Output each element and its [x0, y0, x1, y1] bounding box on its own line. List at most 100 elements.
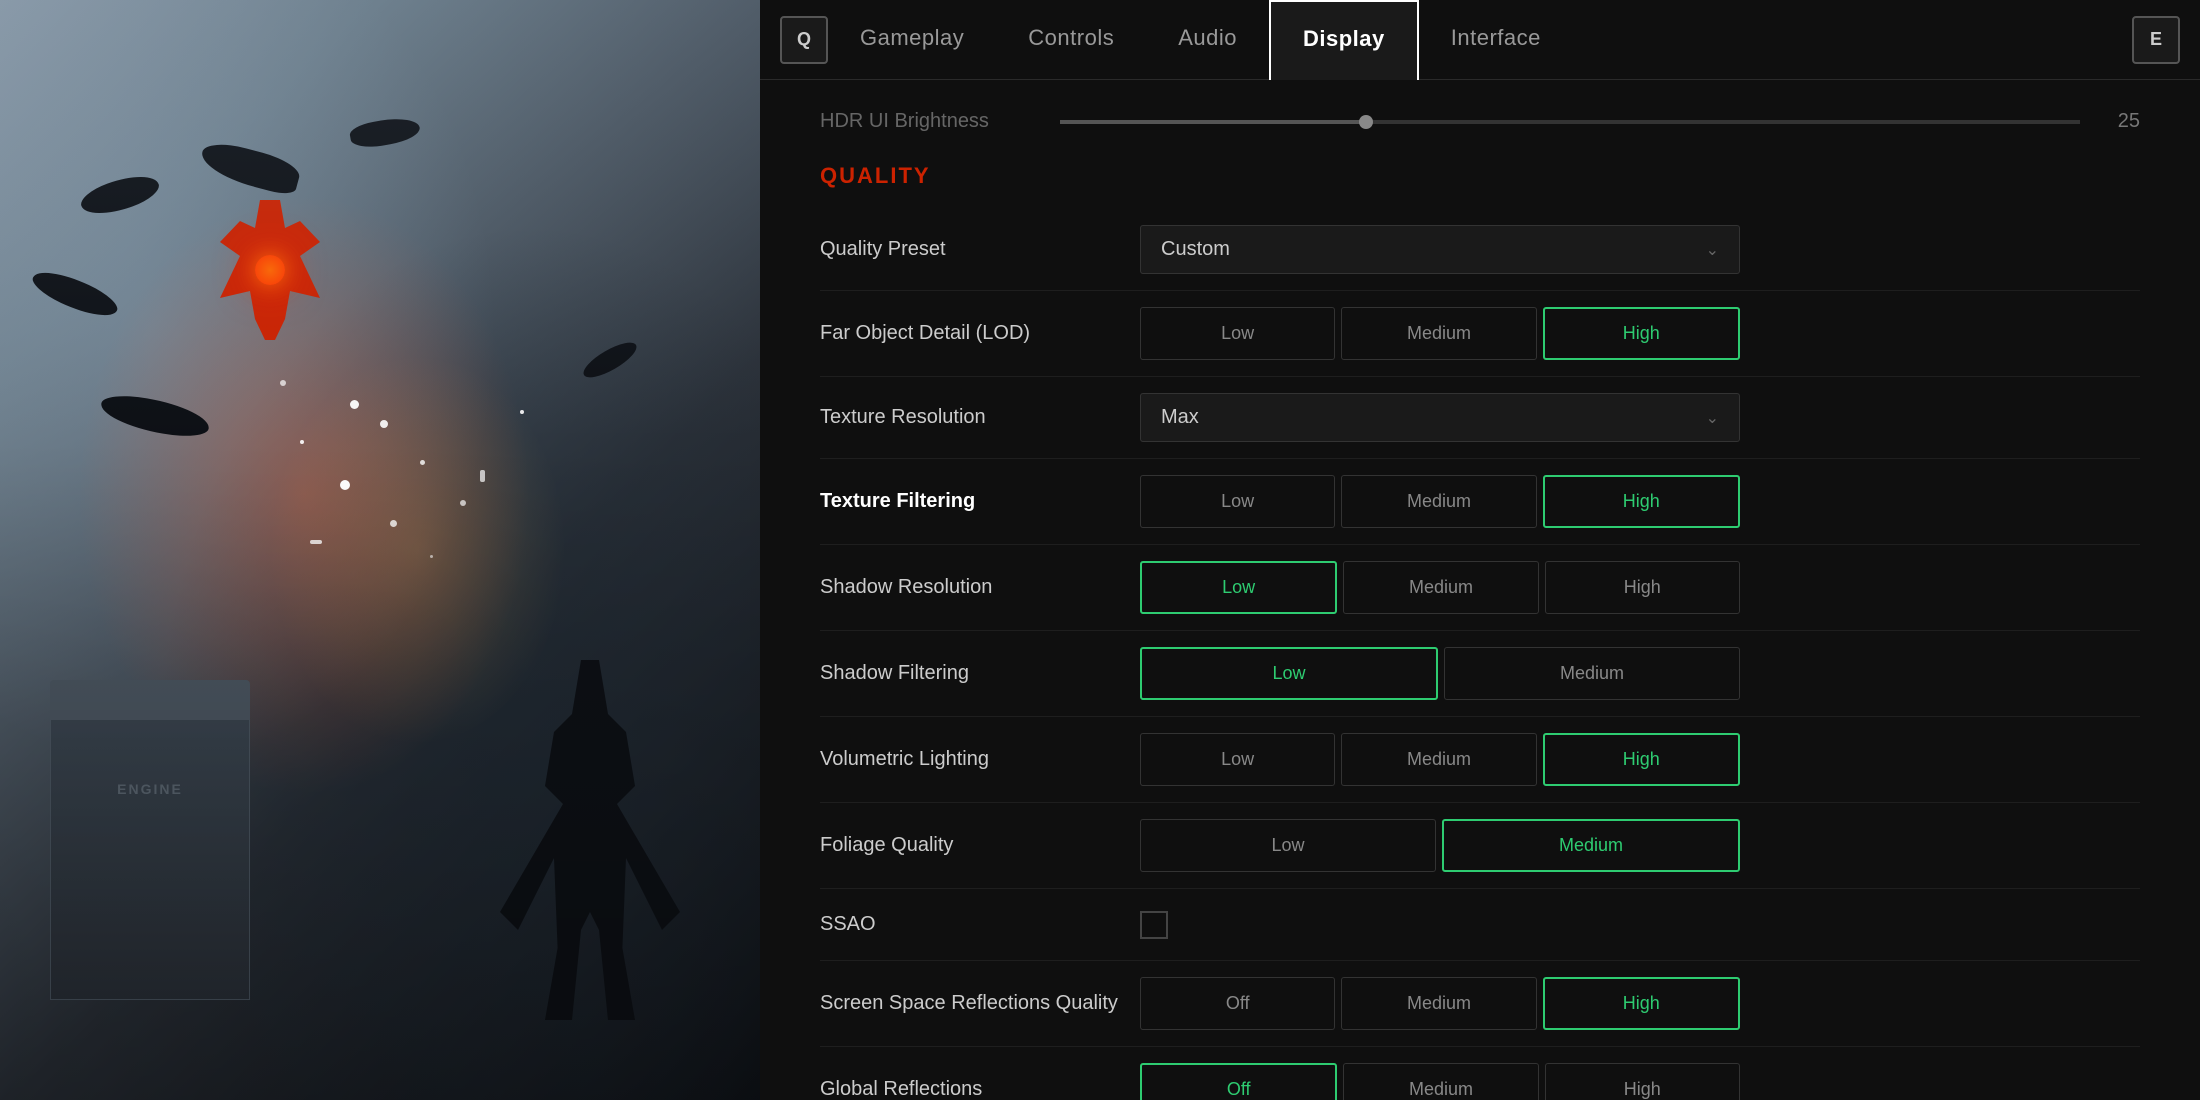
- setting-row-texture-filtering: Texture Filtering Low Medium High: [820, 459, 2140, 545]
- shadow-resolution-low-btn[interactable]: Low: [1140, 561, 1337, 614]
- debris-shape: [98, 391, 212, 442]
- far-object-detail-label: Far Object Detail (LOD): [820, 322, 1140, 345]
- tab-display[interactable]: Display: [1269, 0, 1419, 80]
- main-character: [500, 660, 680, 1020]
- volumetric-lighting-buttons: Low Medium High: [1140, 733, 1740, 786]
- screen-space-reflections-label: Screen Space Reflections Quality: [820, 992, 1140, 1015]
- volumetric-lighting-label: Volumetric Lighting: [820, 748, 1140, 771]
- hdr-row: HDR UI Brightness 25: [820, 110, 2140, 133]
- setting-row-shadow-resolution: Shadow Resolution Low Medium High: [820, 545, 2140, 631]
- texture-resolution-label: Texture Resolution: [820, 406, 1140, 429]
- hdr-slider-thumb: [1359, 115, 1373, 129]
- particle: [350, 400, 359, 409]
- settings-content[interactable]: HDR UI Brightness 25 QUALITY Quality Pre…: [760, 80, 2200, 1100]
- hdr-slider[interactable]: [1060, 120, 2080, 124]
- texture-filtering-low-btn[interactable]: Low: [1140, 475, 1335, 528]
- setting-row-global-reflections: Global Reflections Off Medium High: [820, 1047, 2140, 1100]
- setting-row-quality-preset: Quality Preset Custom ⌄: [820, 209, 2140, 291]
- volumetric-low-btn[interactable]: Low: [1140, 733, 1335, 786]
- red-character: [220, 200, 320, 340]
- nav-bar: Q Gameplay Controls Audio Display Interf…: [760, 0, 2200, 80]
- hdr-slider-track: [1060, 120, 1366, 124]
- particle: [340, 480, 350, 490]
- texture-filtering-high-btn[interactable]: High: [1543, 475, 1740, 528]
- ssr-medium-btn[interactable]: Medium: [1341, 977, 1536, 1030]
- particle: [310, 540, 322, 544]
- particle: [380, 420, 388, 428]
- setting-row-screen-space-reflections: Screen Space Reflections Quality Off Med…: [820, 961, 2140, 1047]
- particle: [390, 520, 397, 527]
- setting-row-shadow-filtering: Shadow Filtering Low Medium: [820, 631, 2140, 717]
- foliage-quality-buttons: Low Medium: [1140, 819, 1740, 872]
- setting-row-ssao: SSAO: [820, 889, 2140, 961]
- ssr-off-btn[interactable]: Off: [1140, 977, 1335, 1030]
- shadow-filtering-low-btn[interactable]: Low: [1140, 647, 1438, 700]
- gr-high-btn[interactable]: High: [1545, 1063, 1740, 1100]
- texture-resolution-dropdown[interactable]: Max ⌄: [1140, 393, 1740, 442]
- ssr-high-btn[interactable]: High: [1543, 977, 1740, 1030]
- ssao-label: SSAO: [820, 913, 1140, 936]
- tab-controls[interactable]: Controls: [996, 0, 1146, 80]
- settings-panel: Q Gameplay Controls Audio Display Interf…: [760, 0, 2200, 1100]
- far-object-low-btn[interactable]: Low: [1140, 307, 1335, 360]
- particle: [420, 460, 425, 465]
- setting-row-volumetric-lighting: Volumetric Lighting Low Medium High: [820, 717, 2140, 803]
- quality-section-header: QUALITY: [820, 163, 2140, 189]
- ssao-checkbox-container: [1140, 911, 1168, 939]
- dropdown-arrow-icon: ⌄: [1706, 240, 1719, 260]
- tab-audio[interactable]: Audio: [1146, 0, 1269, 80]
- background-structure-top: [50, 680, 250, 720]
- screen-space-reflections-buttons: Off Medium High: [1140, 977, 1740, 1030]
- texture-filtering-medium-btn[interactable]: Medium: [1341, 475, 1536, 528]
- texture-filtering-label: Texture Filtering: [820, 490, 1140, 513]
- far-object-high-btn[interactable]: High: [1543, 307, 1740, 360]
- foliage-quality-label: Foliage Quality: [820, 834, 1140, 857]
- nav-key-q[interactable]: Q: [780, 16, 828, 64]
- foliage-low-btn[interactable]: Low: [1140, 819, 1436, 872]
- tab-interface[interactable]: Interface: [1419, 0, 1573, 80]
- shadow-filtering-medium-btn[interactable]: Medium: [1444, 647, 1740, 700]
- quality-preset-dropdown[interactable]: Custom ⌄: [1140, 225, 1740, 274]
- particle: [300, 440, 304, 444]
- setting-row-far-object-detail: Far Object Detail (LOD) Low Medium High: [820, 291, 2140, 377]
- far-object-medium-btn[interactable]: Medium: [1341, 307, 1536, 360]
- particle: [520, 410, 524, 414]
- quality-preset-value: Custom: [1161, 238, 1230, 261]
- nav-key-e[interactable]: E: [2132, 16, 2180, 64]
- shadow-filtering-buttons: Low Medium: [1140, 647, 1740, 700]
- hdr-label: HDR UI Brightness: [820, 110, 1040, 133]
- hdr-value: 25: [2100, 110, 2140, 133]
- shadow-filtering-label: Shadow Filtering: [820, 662, 1140, 685]
- gr-off-btn[interactable]: Off: [1140, 1063, 1337, 1100]
- shadow-resolution-buttons: Low Medium High: [1140, 561, 1740, 614]
- volumetric-medium-btn[interactable]: Medium: [1341, 733, 1536, 786]
- debris-shape: [348, 114, 421, 151]
- foliage-medium-btn[interactable]: Medium: [1442, 819, 1740, 872]
- debris-shape: [197, 138, 303, 198]
- shadow-resolution-high-btn[interactable]: High: [1545, 561, 1740, 614]
- ssao-checkbox[interactable]: [1140, 911, 1168, 939]
- particle: [480, 470, 485, 482]
- shadow-resolution-medium-btn[interactable]: Medium: [1343, 561, 1538, 614]
- volumetric-high-btn[interactable]: High: [1543, 733, 1740, 786]
- game-screenshot: [0, 0, 760, 1100]
- dropdown-arrow-icon-2: ⌄: [1706, 408, 1719, 428]
- texture-resolution-value: Max: [1161, 406, 1199, 429]
- debris-shape: [77, 167, 162, 223]
- particle: [460, 500, 466, 506]
- gr-medium-btn[interactable]: Medium: [1343, 1063, 1538, 1100]
- tab-gameplay[interactable]: Gameplay: [828, 0, 996, 80]
- debris-shape: [28, 262, 121, 325]
- debris-shape: [579, 336, 641, 383]
- background-structure: [50, 700, 250, 1000]
- quality-preset-label: Quality Preset: [820, 238, 1140, 261]
- setting-row-foliage-quality: Foliage Quality Low Medium: [820, 803, 2140, 889]
- texture-filtering-buttons: Low Medium High: [1140, 475, 1740, 528]
- global-reflections-buttons: Off Medium High: [1140, 1063, 1740, 1100]
- particle: [280, 380, 286, 386]
- shadow-resolution-label: Shadow Resolution: [820, 576, 1140, 599]
- setting-row-texture-resolution: Texture Resolution Max ⌄: [820, 377, 2140, 459]
- global-reflections-label: Global Reflections: [820, 1078, 1140, 1100]
- particle: [430, 555, 433, 558]
- far-object-detail-buttons: Low Medium High: [1140, 307, 1740, 360]
